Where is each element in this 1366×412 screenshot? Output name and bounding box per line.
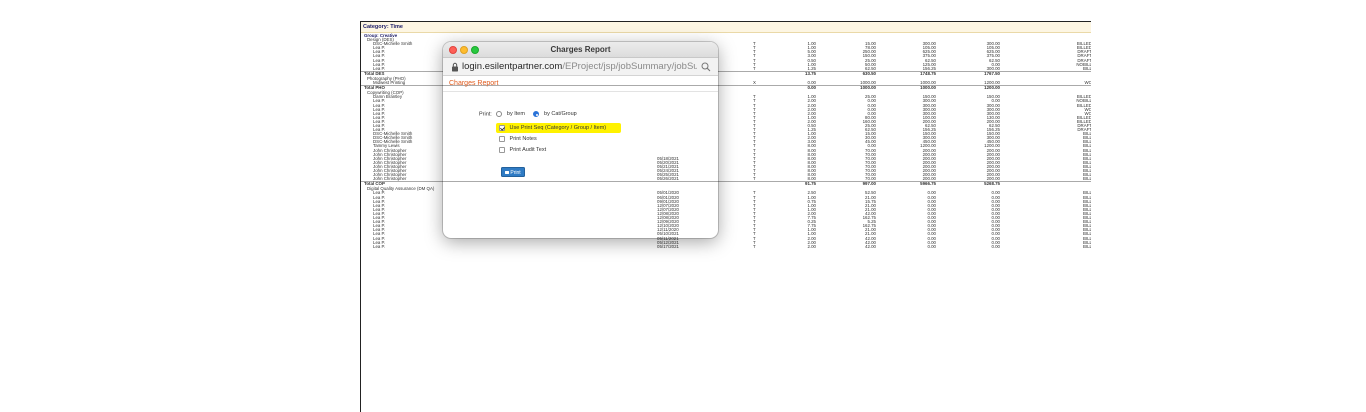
print-notes-label[interactable]: Print Notes (510, 136, 537, 142)
print-mode-row: Print: by Item by Cat/Group (479, 111, 577, 117)
cell-name: Lea P. (373, 243, 386, 249)
print-notes-option[interactable]: Print Notes (499, 136, 537, 142)
cell-date: 05/17/2021 (657, 243, 679, 249)
by-catgroup-radio[interactable] (533, 111, 540, 117)
printer-icon (505, 171, 510, 175)
cell-amt: 0.00 (927, 243, 936, 249)
window-titlebar[interactable]: Charges Report (443, 42, 718, 58)
print-button-label: Print (510, 170, 521, 176)
window-title: Charges Report (550, 45, 611, 54)
print-audit-option[interactable]: Print Audit Text (499, 147, 546, 153)
url-path: /EProject/jsp/jobSummary/jobSumChrg... (562, 61, 697, 72)
url-host: login.esilentpartner.com (462, 61, 563, 72)
page-heading: Charges Report (443, 76, 718, 92)
category-header: Category: Time (361, 22, 1091, 33)
cell-stat: BILL (1082, 243, 1091, 249)
table-row: Lea P. 05/17/2021 T 2.00 42.00 0.00 0.00 BILL (361, 243, 1091, 249)
print-label: Print: (479, 111, 492, 118)
charges-report-window: Charges Report login.esilentpartner.com/… (443, 42, 718, 238)
by-item-label[interactable]: by Item (507, 111, 525, 117)
print-seq-option[interactable]: Use Print Seq (Category / Group / Item) (499, 125, 606, 131)
print-seq-label[interactable]: Use Print Seq (Category / Group / Item) (510, 125, 607, 131)
magnifier-icon[interactable] (701, 62, 711, 72)
cell-rate: 42.00 (865, 243, 876, 249)
url-text[interactable]: login.esilentpartner.com/EProject/jsp/jo… (462, 58, 697, 76)
address-bar[interactable]: login.esilentpartner.com/EProject/jsp/jo… (443, 58, 718, 76)
cell-type: T (753, 243, 756, 249)
by-item-radio[interactable] (496, 111, 503, 117)
print-audit-label[interactable]: Print Audit Text (510, 147, 547, 153)
by-catgroup-label[interactable]: by Cat/Group (544, 111, 577, 117)
print-audit-checkbox[interactable] (499, 147, 505, 153)
cell-bill: 0.00 (991, 243, 1000, 249)
print-notes-checkbox[interactable] (499, 136, 505, 142)
print-button[interactable]: Print (501, 167, 525, 177)
print-seq-checkbox[interactable] (499, 125, 505, 131)
lock-icon (452, 62, 458, 72)
cell-hrs: 2.00 (807, 243, 816, 249)
